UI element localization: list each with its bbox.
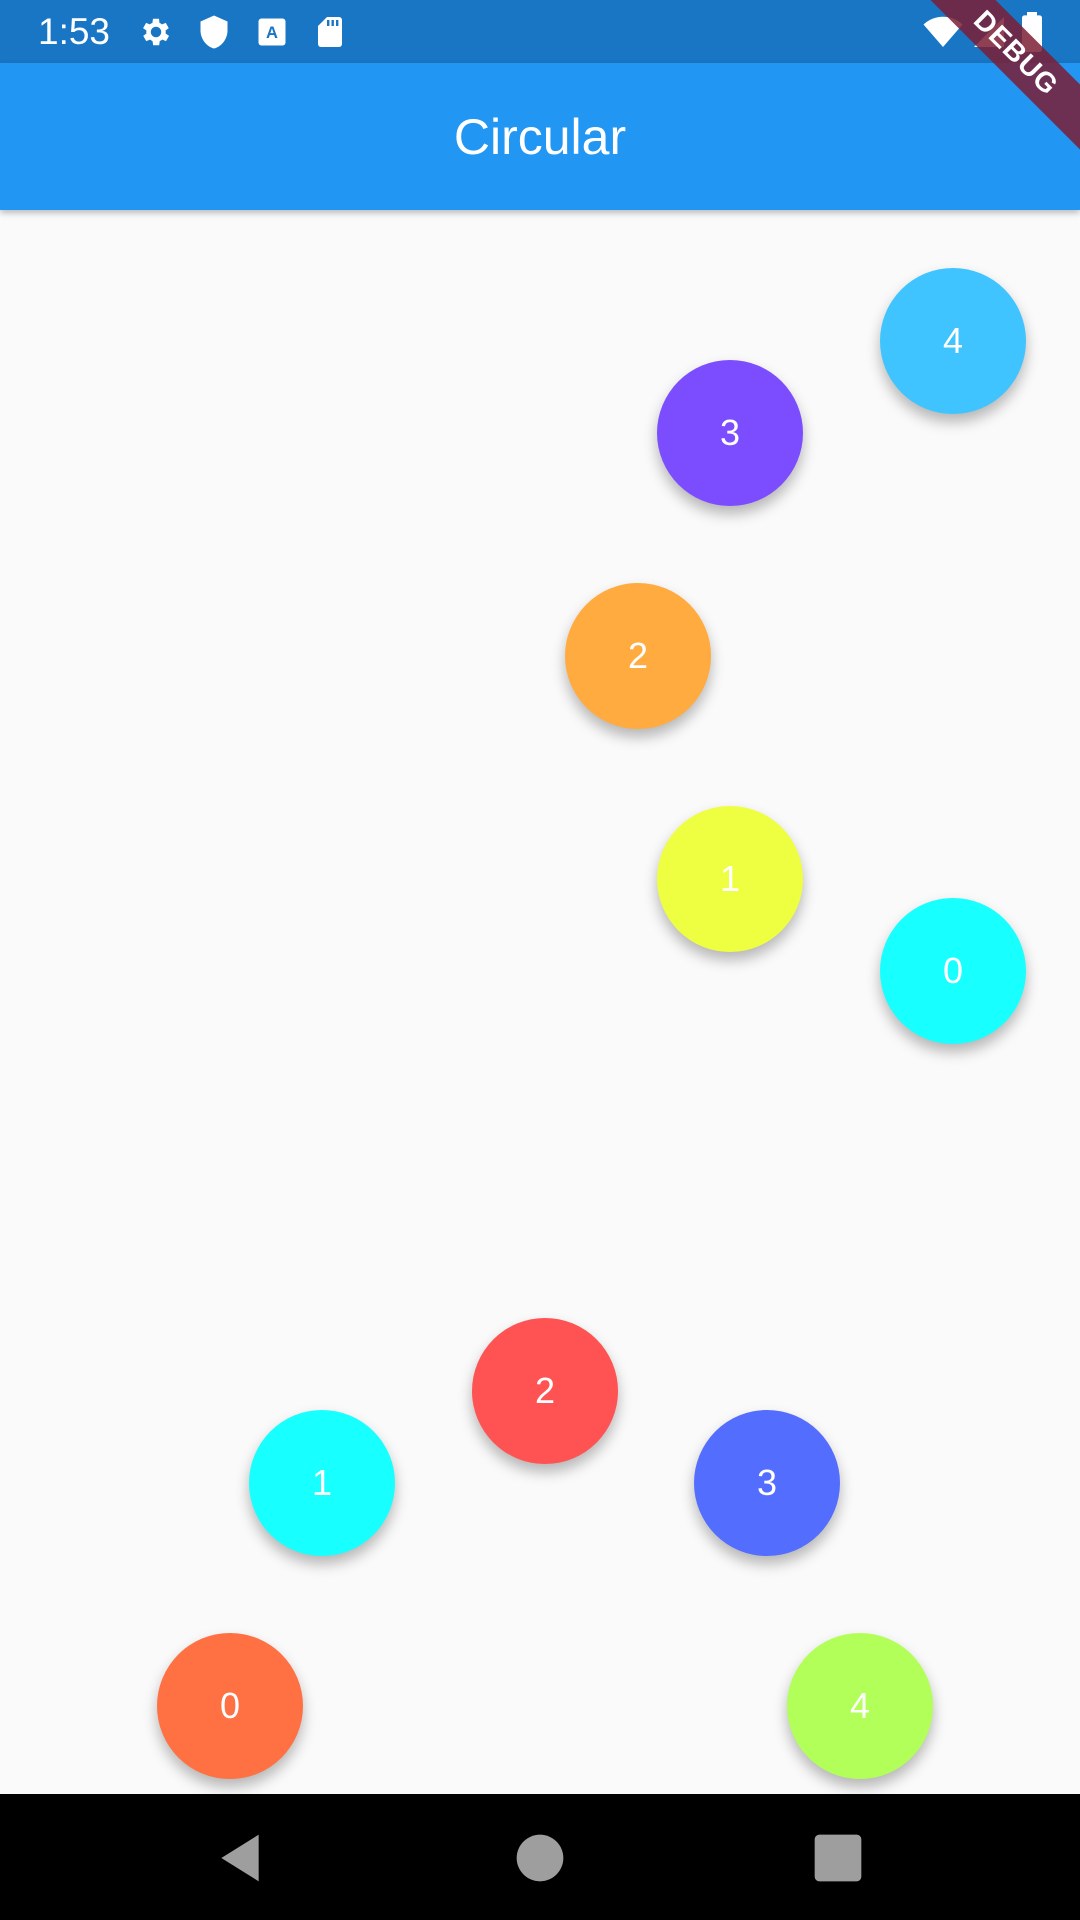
bottom-circle-button-label: 0 [219,1685,241,1726]
home-icon[interactable] [512,1830,568,1886]
top-circle-button-label: 0 [942,950,964,991]
svg-text:A: A [266,24,278,42]
top-circle-button-label: 3 [719,412,741,453]
bottom-circle-button-2[interactable]: 2 [472,1318,618,1464]
bottom-circle-button-1[interactable]: 1 [249,1410,395,1556]
top-circle-button-1[interactable]: 1 [657,806,803,952]
content-area: 4 3 2 1 0 2 1 3 0 4 [0,210,1080,1794]
back-icon[interactable] [212,1830,268,1886]
page-title: Circular [453,109,627,165]
navigation-bar [0,1794,1080,1920]
top-circle-button-label: 2 [627,635,649,676]
recents-icon[interactable] [810,1830,866,1886]
bottom-circle-button-3[interactable]: 3 [694,1410,840,1556]
gear-icon [143,18,170,46]
bottom-circle-button-label: 2 [534,1370,556,1411]
app-bar: Circular [0,63,1080,210]
font-download-icon: A [258,18,286,46]
bottom-circle-button-0[interactable]: 0 [157,1633,303,1779]
bottom-circle-button-label: 1 [311,1462,333,1503]
bottom-circle-button-label: 3 [756,1462,778,1503]
wifi-icon [923,16,963,47]
bottom-circle-button-4[interactable]: 4 [787,1633,933,1779]
screen: 1:53 A Circular DEBUG 4 3 2 1 0 2 1 3 0 … [0,0,1080,1920]
battery-icon [1022,12,1042,52]
shield-icon [200,15,228,49]
top-circle-button-0[interactable]: 0 [880,898,1026,1044]
top-circle-button-4[interactable]: 4 [880,268,1026,414]
top-circle-button-label: 1 [719,858,741,899]
top-circle-button-label: 4 [942,320,964,361]
cell-signal-icon [974,17,1004,47]
status-bar: 1:53 A [0,0,1080,63]
top-circle-button-2[interactable]: 2 [565,583,711,729]
status-time: 1:53 [38,11,111,52]
top-circle-button-3[interactable]: 3 [657,360,803,506]
bottom-circle-button-label: 4 [849,1685,871,1726]
sd-card-icon [318,17,342,47]
